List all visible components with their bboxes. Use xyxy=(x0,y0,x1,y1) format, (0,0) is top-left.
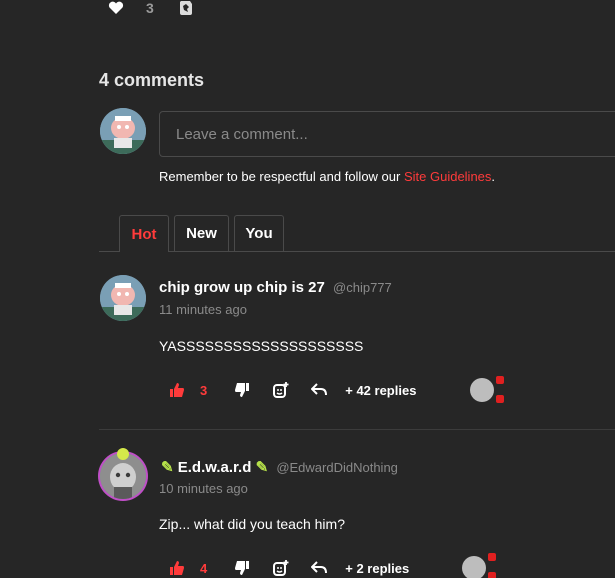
comment-input[interactable] xyxy=(160,112,615,156)
comment-sort-tabs: Hot New You xyxy=(99,215,615,252)
comments-count-title: 4 comments xyxy=(99,70,205,90)
post-actions: 3 xyxy=(108,0,194,16)
like-count: 4 xyxy=(200,560,208,576)
reply-icon[interactable] xyxy=(311,383,328,397)
comment-author-avatar[interactable] xyxy=(100,275,146,321)
comment-actions: 4 + 2 replies xyxy=(170,558,409,578)
crown-badge-icon xyxy=(117,448,129,460)
heart-badge-icon xyxy=(496,395,504,403)
comment-author-handle[interactable]: @chip777 xyxy=(333,280,392,295)
comment-timestamp: 10 minutes ago xyxy=(159,481,248,496)
comment-author-name[interactable]: E.d.w.a.r.d xyxy=(178,459,252,476)
current-user-avatar[interactable] xyxy=(100,108,146,154)
guidelines-notice: Remember to be respectful and follow our… xyxy=(159,169,495,184)
tab-new[interactable]: New xyxy=(174,215,229,251)
pencil-icon: ✎ xyxy=(255,459,269,476)
comment-divider xyxy=(99,429,615,430)
thumbs-down-icon[interactable] xyxy=(235,561,250,575)
comment-actions: 3 + 42 replies xyxy=(170,380,416,400)
guidelines-text: Remember to be respectful and follow our xyxy=(159,169,404,184)
reply-user-avatar[interactable] xyxy=(470,378,494,402)
comment-author-name[interactable]: chip grow up chip is 27 xyxy=(159,279,325,296)
view-replies-button[interactable]: + 42 replies xyxy=(345,383,416,398)
post-like-count: 3 xyxy=(146,0,154,16)
comment-author-handle[interactable]: @EdwardDidNothing xyxy=(276,460,398,475)
thumbs-down-icon[interactable] xyxy=(235,383,250,397)
heart-badge-icon xyxy=(488,572,496,578)
like-count: 3 xyxy=(200,382,208,398)
guidelines-end: . xyxy=(491,169,496,184)
reply-icon[interactable] xyxy=(311,561,328,575)
comment-body: YASSSSSSSSSSSSSSSSSSSS xyxy=(159,338,364,354)
comment-author[interactable]: ✎ E.d.w.a.r.d ✎ @EdwardDidNothing xyxy=(161,458,398,476)
comment-input-box[interactable] xyxy=(159,111,615,157)
site-guidelines-link[interactable]: Site Guidelines xyxy=(404,169,491,184)
heart-badge-icon xyxy=(488,553,496,561)
comments-page: 3 4 comments Remember to be respectful a… xyxy=(0,0,615,578)
comment-author[interactable]: chip grow up chip is 27 @chip777 xyxy=(159,279,392,296)
add-sticker-icon[interactable] xyxy=(273,382,289,398)
tab-hot[interactable]: Hot xyxy=(119,215,169,252)
add-sticker-icon[interactable] xyxy=(273,560,289,576)
reply-user-avatar[interactable] xyxy=(462,556,486,578)
pencil-icon: ✎ xyxy=(161,459,174,476)
comment-body: Zip... what did you teach him? xyxy=(159,516,345,532)
heart-icon[interactable] xyxy=(108,1,124,15)
thumbs-up-icon[interactable] xyxy=(170,561,184,575)
thumbs-up-icon[interactable] xyxy=(170,383,184,397)
heart-badge-icon xyxy=(496,376,504,384)
sticker-icon[interactable] xyxy=(178,0,194,16)
tab-you[interactable]: You xyxy=(234,215,284,251)
view-replies-button[interactable]: + 2 replies xyxy=(345,561,409,576)
comment-timestamp: 11 minutes ago xyxy=(159,302,247,317)
